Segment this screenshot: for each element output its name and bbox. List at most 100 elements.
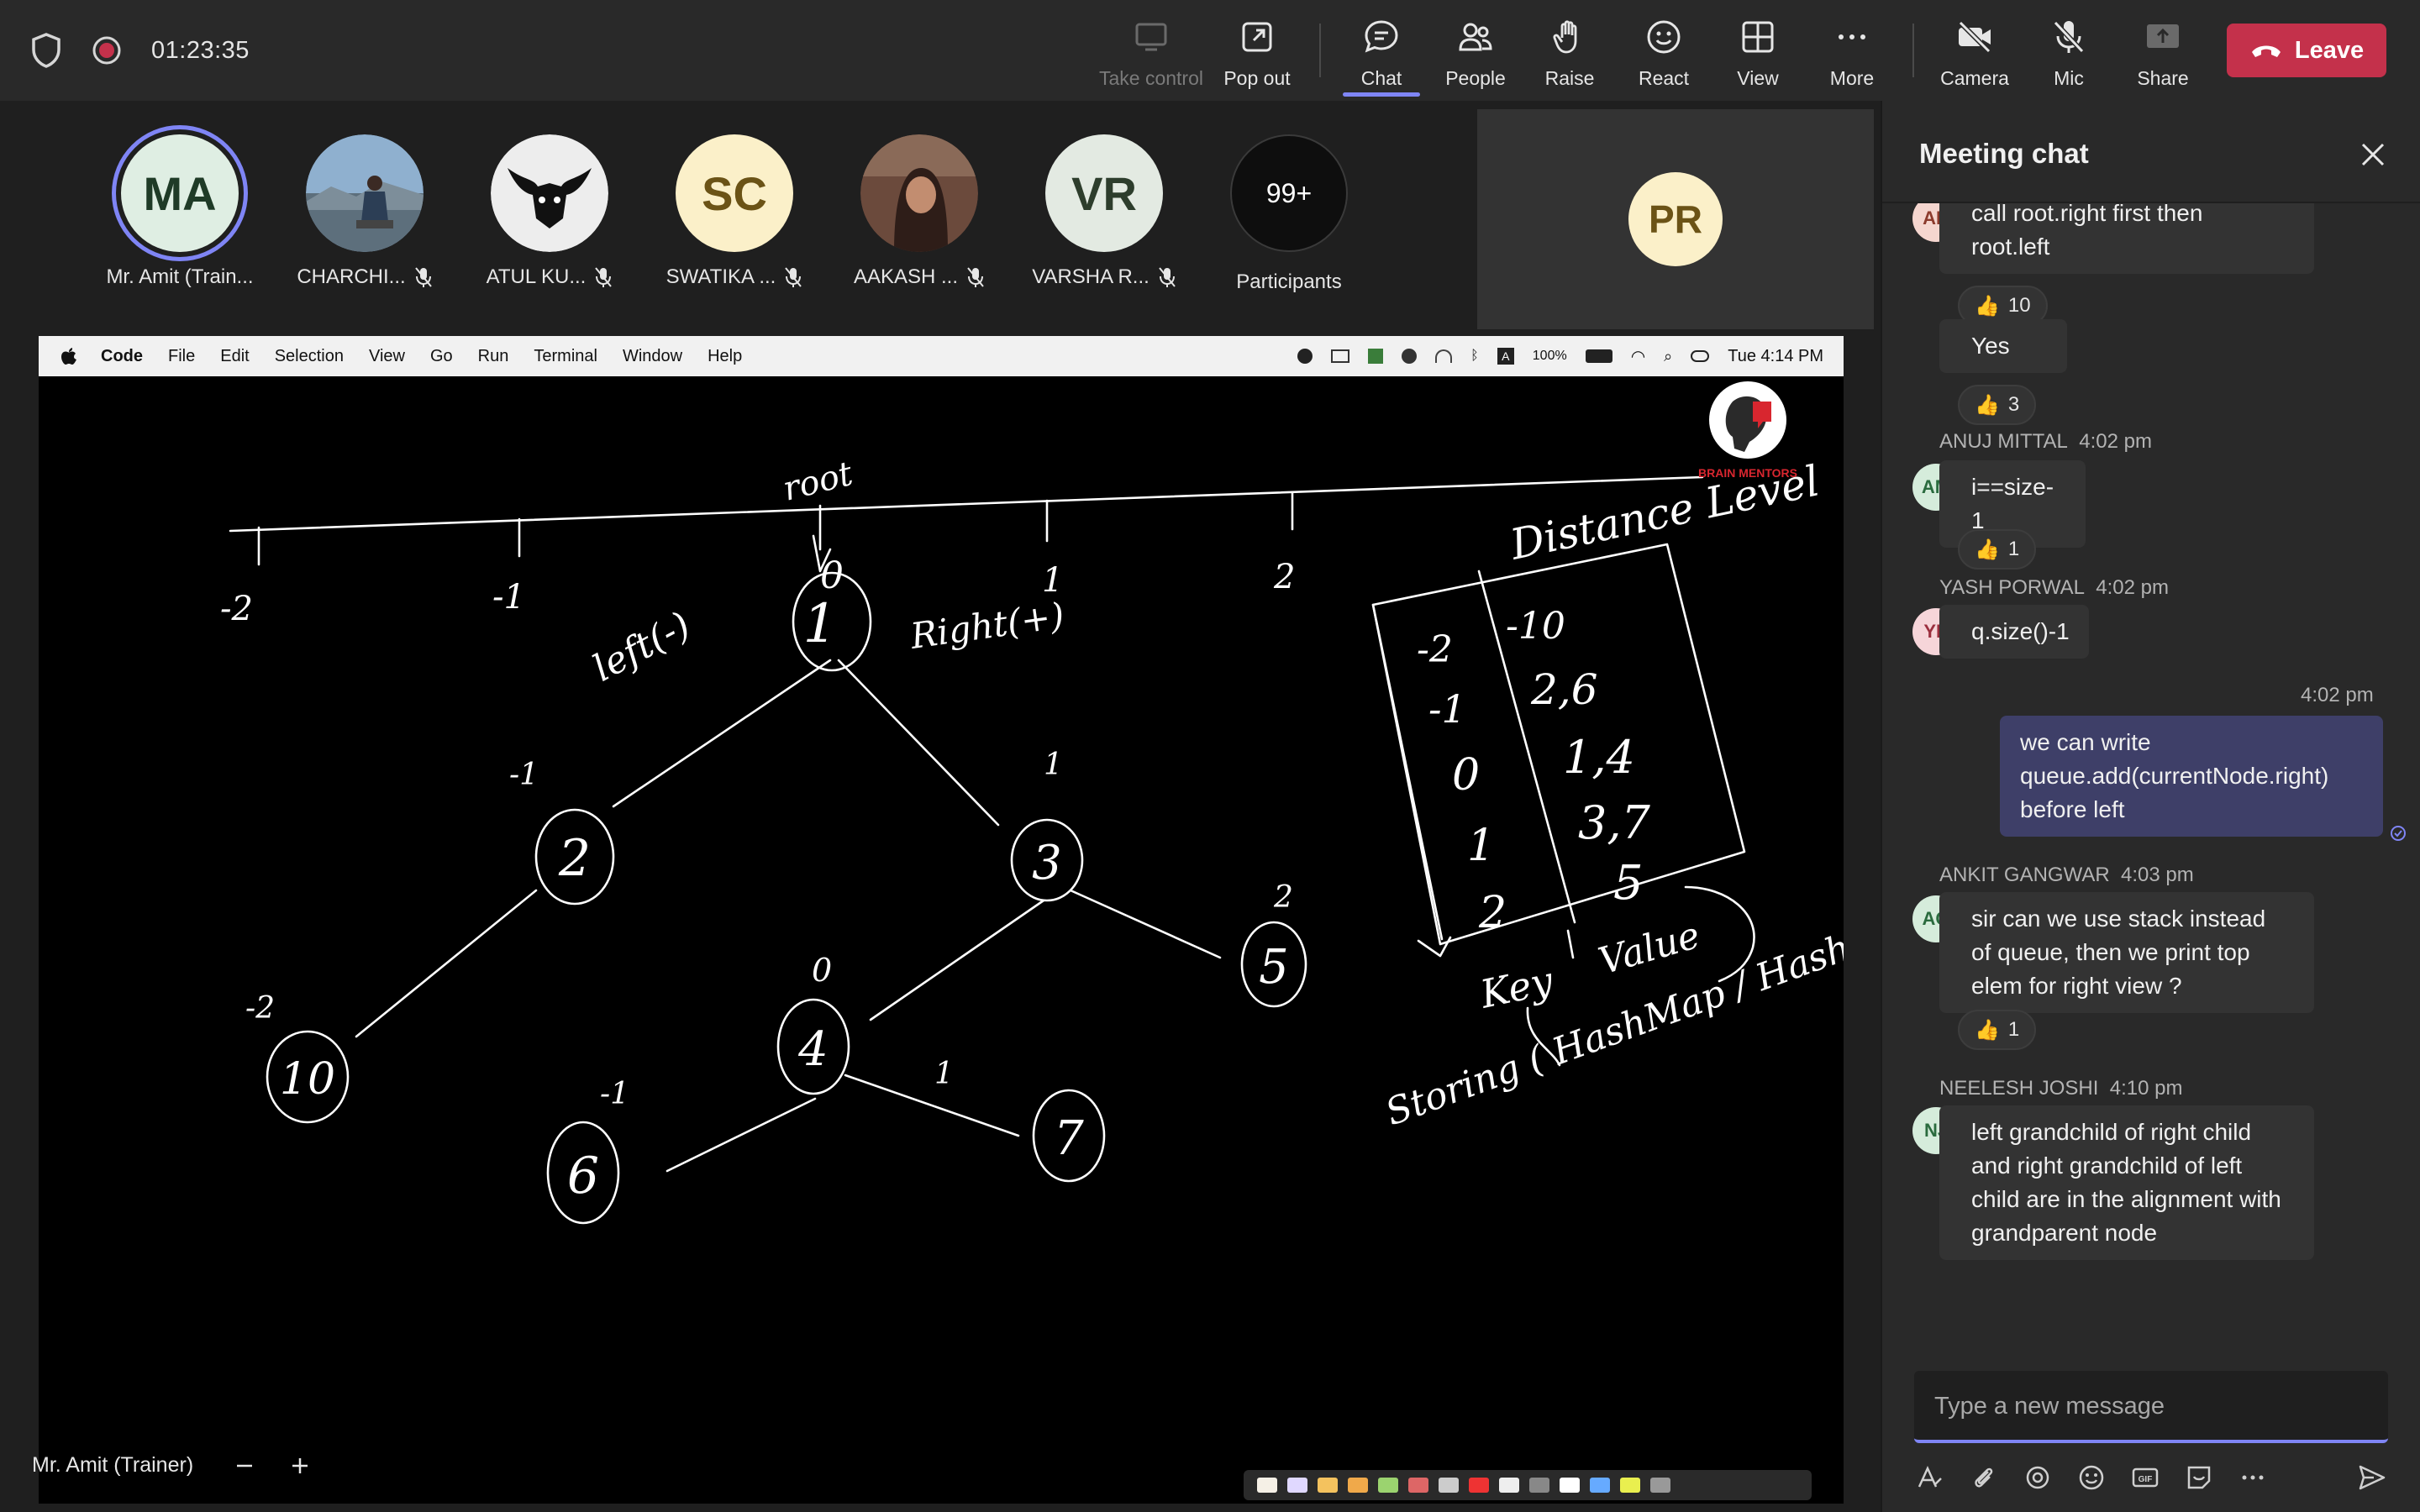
send-icon[interactable]	[2356, 1462, 2388, 1494]
menu-edit: Edit	[220, 346, 250, 365]
line-tool-icon[interactable]	[1590, 1478, 1610, 1493]
settings-icon[interactable]	[1650, 1478, 1670, 1493]
message-sender: NEELESH JOSHI 4:10 pm	[1939, 1077, 2183, 1100]
mic-off-icon	[414, 267, 432, 287]
wifi-icon: ◠	[1630, 347, 1646, 366]
leave-button[interactable]: Leave	[2227, 24, 2386, 77]
people-button[interactable]: People	[1434, 15, 1518, 91]
menu-window: Window	[622, 346, 683, 365]
presenter-name: Mr. Amit (Trainer)	[32, 1453, 194, 1477]
marker-tool-icon[interactable]	[1318, 1478, 1338, 1493]
emoji-icon[interactable]	[2075, 1462, 2107, 1494]
chat-title: Meeting chat	[1919, 138, 2089, 169]
highlighter-tool-icon[interactable]	[1348, 1478, 1368, 1493]
chat-message-self: we can write queue.add(currentNode.right…	[2000, 716, 2383, 837]
shield-icon[interactable]	[30, 32, 62, 69]
tree-node: 6	[567, 1147, 599, 1205]
thumbs-up-icon: 👍	[1975, 294, 2000, 318]
reaction-badge[interactable]: 👍 1	[1958, 1010, 2037, 1050]
more-button[interactable]: More	[1810, 15, 1894, 91]
view-button[interactable]: View	[1716, 15, 1800, 91]
highlighter-tool-icon[interactable]	[1378, 1478, 1398, 1493]
thumbs-up-icon: 👍	[1975, 1018, 2000, 1042]
message-input[interactable]: Type a new message	[1914, 1371, 2388, 1443]
more-icon[interactable]	[2237, 1462, 2269, 1494]
zoom-out-icon[interactable]	[235, 1457, 254, 1475]
react-button[interactable]: React	[1622, 15, 1706, 91]
menu-help: Help	[708, 346, 743, 365]
tree-node: 2	[558, 829, 591, 888]
table-value: 2,6	[1530, 665, 1598, 714]
thumbs-up-icon: 👍	[1975, 538, 2000, 561]
meeting-chat-panel: Meeting chat AK call root.right first th…	[1881, 101, 2420, 1512]
self-video-tile[interactable]: PR	[1477, 109, 1874, 329]
more-participants-button[interactable]: 99+ Participants	[1205, 134, 1373, 294]
gif-icon[interactable]: GIF	[2129, 1462, 2161, 1494]
pointer-tool-icon[interactable]	[1529, 1478, 1549, 1493]
eraser-tool-icon[interactable]	[1408, 1478, 1428, 1493]
reaction-badge[interactable]: 👍 1	[1958, 529, 2037, 570]
attach-icon[interactable]	[1968, 1462, 2000, 1494]
tree-node: 3	[1032, 836, 1062, 890]
menubar-clock: Tue 4:14 PM	[1728, 346, 1823, 365]
close-icon[interactable]	[2358, 139, 2388, 170]
camera-button[interactable]: Camera	[1933, 15, 2017, 91]
chat-button[interactable]: Chat	[1339, 15, 1423, 91]
tree-node: 10	[280, 1054, 335, 1105]
lasso-tool-icon[interactable]	[1499, 1478, 1519, 1493]
text-tool-icon[interactable]	[1439, 1478, 1459, 1493]
shared-screen[interactable]: Code File Edit Selection View Go Run Ter…	[39, 336, 1844, 1504]
loop-icon[interactable]	[2022, 1462, 2054, 1494]
ellipsis-icon	[1839, 34, 1865, 39]
presenter-bar: Mr. Amit (Trainer)	[32, 1453, 309, 1478]
input-source-icon: A	[1497, 348, 1514, 365]
chat-message: call root.right first then root.left	[1939, 203, 2314, 274]
svg-text:BRAIN MENTORS: BRAIN MENTORS	[1698, 466, 1797, 480]
control-center-icon	[1691, 350, 1710, 362]
highlight-tool-icon[interactable]	[1620, 1478, 1640, 1493]
node-distance: -1	[509, 758, 539, 792]
camera-off-icon	[1958, 20, 1991, 54]
take-control-button[interactable]: Take control	[1092, 15, 1210, 91]
chat-message: sir can we use stack instead of queue, t…	[1939, 892, 2314, 1013]
pen-tool-icon[interactable]	[1287, 1478, 1307, 1493]
participant-tile[interactable]: SC SWATIKA ...	[650, 134, 818, 289]
format-icon[interactable]	[1914, 1462, 1946, 1494]
table-key-label: Key	[1476, 958, 1558, 1017]
pen-tool-icon[interactable]	[1257, 1478, 1277, 1493]
app-status-icon	[1368, 349, 1384, 364]
message-sender: ANUJ MITTAL 4:02 pm	[1939, 430, 2152, 453]
participant-tile[interactable]: ATUL KU...	[466, 134, 634, 289]
participant-tile[interactable]: VR VARSHA R...	[1020, 134, 1188, 289]
meeting-timer: 01:23:35	[151, 36, 250, 64]
hand-cursor-icon	[1135, 23, 1167, 51]
raise-hand-button[interactable]: Raise	[1528, 15, 1612, 91]
participant-tile[interactable]: CHARCHI...	[281, 134, 449, 289]
participant-tile[interactable]: AAKASH ...	[835, 134, 1003, 289]
compose-toolbar: GIF	[1914, 1457, 2388, 1499]
menu-app-name: Code	[101, 346, 143, 365]
phone-hangup-icon	[2251, 45, 2281, 57]
chat-message: left grandchild of right child and right…	[1939, 1105, 2314, 1260]
chat-message-list[interactable]: AK call root.right first then root.left …	[1882, 203, 2420, 1453]
note-tool-icon[interactable]	[1560, 1478, 1580, 1493]
table-key: -2	[1417, 628, 1453, 671]
chat-active-indicator	[1343, 92, 1420, 97]
menu-go: Go	[429, 346, 453, 365]
shape-tool-icon[interactable]	[1469, 1478, 1489, 1493]
participant-tile[interactable]: MA Mr. Amit (Train...	[96, 134, 264, 289]
message-time: 4:02 pm	[2301, 684, 2374, 706]
table-value-label: Value	[1594, 914, 1705, 984]
toolbar-divider	[1319, 24, 1321, 77]
share-button[interactable]: Share	[2121, 15, 2205, 91]
node-distance: 1	[934, 1057, 954, 1091]
sticker-icon[interactable]	[2183, 1462, 2215, 1494]
zoom-in-icon[interactable]	[291, 1457, 309, 1475]
tree-node: 4	[797, 1022, 829, 1077]
table-key: 2	[1478, 888, 1507, 938]
annotation-toolbar[interactable]	[1244, 1470, 1812, 1500]
pop-out-button[interactable]: Pop out	[1215, 15, 1299, 91]
reaction-badge[interactable]: 👍 3	[1958, 385, 2037, 425]
whiteboard-drawing: root -2 -1 0 1 2 left(-) Right(+) 1 2 3 …	[220, 381, 1844, 1225]
mic-button[interactable]: Mic	[2027, 15, 2111, 91]
